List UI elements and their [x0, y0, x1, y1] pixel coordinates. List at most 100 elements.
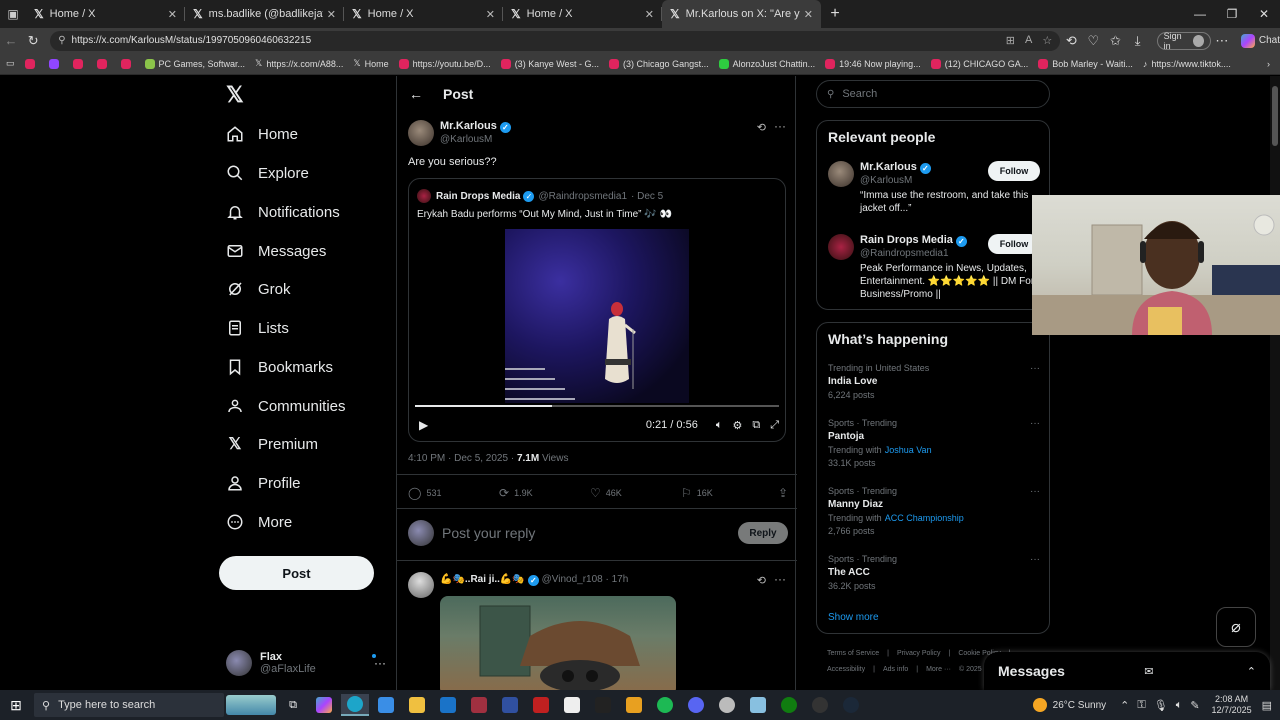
- app-icon[interactable]: [620, 694, 648, 716]
- like-action[interactable]: ♡ 46K: [590, 486, 681, 500]
- back-arrow-icon[interactable]: ←: [409, 86, 423, 102]
- trend-item[interactable]: Trending in United States India Love 6,2…: [828, 363, 1040, 400]
- reply-image[interactable]: [440, 596, 676, 690]
- new-tab-button[interactable]: +: [821, 5, 849, 23]
- author-name[interactable]: Mr.Karlous ✓: [440, 120, 511, 133]
- close-window-icon[interactable]: ✕: [1248, 7, 1280, 21]
- browser-tab[interactable]: 𝕏 Home / X ✕: [344, 0, 503, 28]
- more-dots-icon[interactable]: ···: [1030, 418, 1040, 429]
- close-icon[interactable]: ✕: [168, 8, 177, 21]
- search-input[interactable]: ⚲ Search: [816, 80, 1050, 108]
- bookmark-item[interactable]: [72, 58, 87, 69]
- x-logo-icon[interactable]: 𝕏: [226, 82, 244, 108]
- more-dots-icon[interactable]: ···: [774, 572, 786, 586]
- taskbar-clock[interactable]: 2:08 AM 12/7/2025: [1212, 694, 1252, 716]
- maximize-icon[interactable]: ❐: [1216, 7, 1248, 21]
- bookmark-item[interactable]: 𝕏 Home: [353, 58, 388, 69]
- task-view-icon[interactable]: ⧉: [279, 694, 307, 716]
- sun-weather-icon[interactable]: [1032, 698, 1047, 712]
- nav-item-lists[interactable]: Lists: [226, 314, 289, 342]
- expand-chevron-icon[interactable]: ⌃: [1247, 665, 1256, 678]
- volume-icon[interactable]: 🔈︎: [1176, 699, 1183, 712]
- address-bar[interactable]: ⚲ https://x.com/KarlousM/status/19970509…: [50, 30, 1061, 51]
- nav-item-explore[interactable]: Explore: [226, 159, 309, 187]
- site-info-icon[interactable]: ⚲: [58, 35, 65, 46]
- bookmark-item[interactable]: 19:46 Now playing...: [825, 58, 921, 69]
- trend-item[interactable]: Sports · Trending Pantoja Trending with J…: [828, 418, 1040, 468]
- store-icon[interactable]: [372, 694, 400, 716]
- sign-in-button[interactable]: Sign in: [1156, 31, 1211, 51]
- bookmark-item[interactable]: [96, 58, 111, 69]
- follow-button[interactable]: Follow: [988, 161, 1040, 181]
- minimize-icon[interactable]: —: [1184, 7, 1216, 21]
- file-explorer-icon[interactable]: [403, 694, 431, 716]
- browser-tab[interactable]: 𝕏 Home / X ✕: [26, 0, 185, 28]
- microphone-icon[interactable]: 🎙︎: [1154, 699, 1168, 712]
- read-aloud-icon[interactable]: A: [1025, 34, 1032, 47]
- outlook-icon[interactable]: [434, 694, 462, 716]
- nav-item-profile[interactable]: Profile: [226, 469, 301, 497]
- favorite-star-icon[interactable]: ☆: [1042, 34, 1052, 47]
- discord-icon[interactable]: [682, 694, 710, 716]
- footer-link[interactable]: More ···: [926, 666, 951, 673]
- grok-icon[interactable]: ⟲: [757, 574, 766, 587]
- person-card[interactable]: Mr.Karlous ✓ @KarlousM “Imma use the rest…: [828, 161, 1040, 231]
- app-icon[interactable]: [589, 694, 617, 716]
- weather-text[interactable]: 26°C Sunny: [1053, 700, 1106, 711]
- messages-drawer[interactable]: Messages ✉ ⌃: [984, 652, 1270, 690]
- bookmark-item[interactable]: https://youtu.be/D...: [398, 58, 491, 69]
- xbox-icon[interactable]: [775, 694, 803, 716]
- app-icon[interactable]: [744, 694, 772, 716]
- reply-button[interactable]: Reply: [738, 522, 788, 544]
- favorites-icon[interactable]: ✩: [1104, 33, 1126, 49]
- copilot-chat-button[interactable]: Chat: [1240, 33, 1280, 48]
- nav-item-grok[interactable]: Grok: [226, 275, 291, 303]
- person-card[interactable]: Rain Drops Media ✓ @Raindropsmedia1 Peak …: [828, 234, 1040, 306]
- bookmark-item[interactable]: PC Games, Softwar...: [144, 58, 245, 69]
- notifications-icon[interactable]: ▤: [1262, 699, 1272, 712]
- trend-with-link[interactable]: Joshua Van: [885, 445, 932, 455]
- video-player[interactable]: [505, 229, 689, 403]
- refresh-icon[interactable]: ↻: [22, 33, 44, 49]
- chevron-up-icon[interactable]: ⌃: [1120, 699, 1129, 712]
- grok-fab-button[interactable]: ⌀: [1216, 607, 1256, 647]
- quoted-tweet[interactable]: Rain Drops Media ✓ @Raindropsmedia1 · De…: [408, 178, 786, 442]
- network-icon[interactable]: ⚿: [1137, 699, 1145, 712]
- copilot-icon[interactable]: [310, 694, 338, 716]
- bookmark-item[interactable]: 𝕏https://x.com/A88...: [255, 58, 343, 69]
- picture-in-picture-icon[interactable]: ⧉: [752, 419, 760, 432]
- footer-link[interactable]: Ads info: [883, 666, 908, 673]
- play-icon[interactable]: ▶: [419, 418, 428, 432]
- repost-action[interactable]: ⟳ 1.9K: [499, 486, 590, 500]
- more-dots-icon[interactable]: ···: [1030, 486, 1040, 497]
- app-icon[interactable]: [527, 694, 555, 716]
- tab-actions-icon[interactable]: ▣: [0, 0, 26, 28]
- bookmark-item[interactable]: [120, 58, 135, 69]
- bookmark-item[interactable]: [24, 58, 39, 69]
- reply-input[interactable]: Post your reply: [442, 525, 535, 541]
- account-switcher[interactable]: Flax @aFlaxLife ···: [226, 646, 386, 680]
- nav-item-premium[interactable]: 𝕏 Premium: [226, 430, 318, 458]
- nav-item-notifications[interactable]: Notifications: [226, 198, 340, 226]
- app-icon[interactable]: [806, 694, 834, 716]
- post-button[interactable]: Post: [219, 556, 374, 590]
- browser-tab[interactable]: 𝕏 ms.badlike (@badlikejay) / X ✕: [185, 0, 344, 28]
- nav-item-messages[interactable]: Messages: [226, 237, 326, 265]
- back-arrow-icon[interactable]: ←: [0, 33, 22, 48]
- avatar[interactable]: [408, 120, 434, 146]
- avatar[interactable]: [408, 572, 434, 598]
- volume-icon[interactable]: 🔈︎: [716, 419, 723, 432]
- download-icon[interactable]: ⤓: [1127, 33, 1149, 49]
- edge-browser-icon[interactable]: [341, 694, 369, 716]
- footer-link[interactable]: Terms of Service: [827, 650, 879, 657]
- bookmark-item[interactable]: (12) CHICAGO GA...: [930, 58, 1028, 69]
- bookmark-item[interactable]: (3) Kanye West - G...: [500, 58, 599, 69]
- more-dots-icon[interactable]: ···: [1030, 554, 1040, 565]
- bookmark-item[interactable]: (3) Chicago Gangst...: [609, 58, 709, 69]
- search-highlight-image[interactable]: [226, 695, 276, 715]
- extensions-icon[interactable]: ⟲: [1060, 33, 1082, 49]
- bookmark-action[interactable]: ⚐ 16K: [681, 486, 772, 500]
- nav-item-more[interactable]: More: [226, 508, 292, 536]
- app-icon[interactable]: [465, 694, 493, 716]
- bookmark-item[interactable]: [48, 58, 63, 69]
